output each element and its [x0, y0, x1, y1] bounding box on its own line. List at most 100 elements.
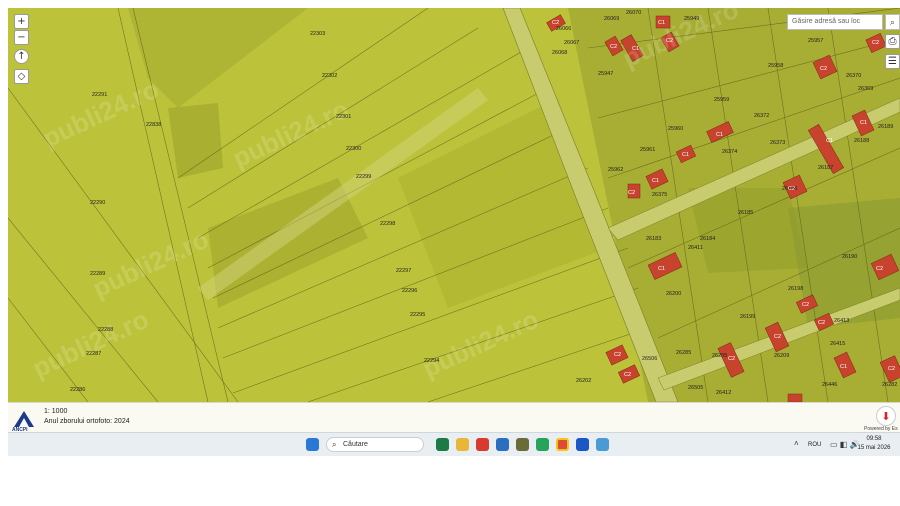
word-icon[interactable]	[576, 438, 589, 451]
parcel-label[interactable]: 26068	[552, 50, 567, 56]
taskbar-search[interactable]: ⌕ Căutare	[326, 437, 424, 452]
parcel-label[interactable]: 26202	[576, 378, 591, 384]
parcel-label[interactable]: 22303	[310, 31, 325, 37]
parcel-label[interactable]: 26200	[666, 291, 681, 297]
parcel-label[interactable]: 22298	[380, 221, 395, 227]
parcel-label[interactable]: 26190	[842, 254, 857, 260]
building-label: C1	[860, 120, 867, 126]
parcel-label[interactable]: 26189	[878, 124, 893, 130]
parcel-label[interactable]: 26506	[642, 356, 657, 362]
zoom-out-button[interactable]: −	[14, 30, 29, 45]
parcel-label[interactable]: 26185	[738, 210, 753, 216]
tools-icon[interactable]	[516, 438, 529, 451]
parcel-label[interactable]: 26188	[854, 138, 869, 144]
windows-start-icon[interactable]	[306, 438, 319, 451]
parcel-label[interactable]: 25961	[640, 147, 655, 153]
parcel-label[interactable]: 26199	[740, 314, 755, 320]
parcel-label[interactable]: 22288	[98, 327, 113, 333]
store-icon[interactable]	[496, 438, 509, 451]
building-label: C2	[820, 66, 827, 72]
building-label: C2	[628, 190, 635, 196]
parcel-label[interactable]: 22289	[90, 271, 105, 277]
parcel-label[interactable]: 22286	[70, 387, 85, 393]
parcel-label[interactable]: 22296	[402, 288, 417, 294]
parcel-label[interactable]: 25949	[684, 16, 699, 22]
parcel-label[interactable]: 22287	[86, 351, 101, 357]
parcel-label[interactable]: 26370	[846, 73, 861, 79]
zoom-in-button[interactable]: +	[14, 14, 29, 29]
parcel-label[interactable]: 26411	[688, 245, 703, 251]
scale-text: 1: 1000	[44, 408, 68, 415]
parcel-label[interactable]: 22295	[410, 312, 425, 318]
parcel-label[interactable]: 26069	[604, 16, 619, 22]
parcel-label[interactable]: 26198	[788, 286, 803, 292]
app-icon[interactable]	[476, 438, 489, 451]
parcel-label[interactable]: 22302	[322, 73, 337, 79]
chevron-up-icon[interactable]: ˄	[794, 439, 799, 448]
parcel-label[interactable]: 25959	[714, 97, 729, 103]
parcel-label[interactable]: 22838	[146, 122, 161, 128]
parcel-label[interactable]: 26374	[722, 149, 737, 155]
file-explorer-icon[interactable]	[456, 438, 469, 451]
search-icon[interactable]: ⌕	[885, 14, 900, 30]
parcel-label[interactable]: 25962	[608, 167, 623, 173]
parcel-label[interactable]: 26209	[774, 353, 789, 359]
building-label: C1	[716, 132, 723, 138]
parcel-label[interactable]: 22294	[424, 358, 439, 364]
pdf-export-icon[interactable]: ⬇	[876, 406, 896, 426]
building-label: C2	[614, 352, 621, 358]
parcel-label[interactable]: 26067	[564, 40, 579, 46]
parcel-label[interactable]: 26373	[770, 140, 785, 146]
parcel-label[interactable]: 26372	[754, 113, 769, 119]
whatsapp-icon[interactable]	[536, 438, 549, 451]
info-bar: ANCPI 1: 1000 Anul zborului ortofoto: 20…	[8, 402, 900, 433]
screen: publi24.ro publi24.ro publi24.ro publi24…	[8, 8, 900, 456]
excel-icon[interactable]	[436, 438, 449, 451]
parcel-label[interactable]: 22299	[356, 174, 371, 180]
building-label: C2	[728, 356, 735, 362]
parcel-label[interactable]: 26369	[858, 86, 873, 92]
parcel-label[interactable]: 22301	[336, 114, 351, 120]
layers-icon[interactable]: ☰	[885, 54, 900, 69]
parcel-label[interactable]: 26187	[818, 165, 833, 171]
building-label: C2	[876, 266, 883, 272]
parcel-label[interactable]: 26446	[822, 382, 837, 388]
locate-icon[interactable]: ◇	[14, 69, 29, 84]
parcel-label[interactable]: 26505	[688, 385, 703, 391]
chrome-icon[interactable]	[556, 438, 569, 451]
parcel-label[interactable]: 22291	[92, 92, 107, 98]
parcel-label[interactable]: 26285	[676, 350, 691, 356]
compass-icon[interactable]: ↑	[14, 49, 29, 64]
parcel-label[interactable]: 26070	[626, 10, 641, 16]
parcel-label[interactable]: 22290	[90, 200, 105, 206]
app-icon[interactable]	[596, 438, 609, 451]
parcel-label[interactable]: 26205	[712, 353, 727, 359]
language-indicator[interactable]: ROU	[808, 442, 821, 448]
clock-date[interactable]: 15 mai 2026	[850, 445, 898, 451]
parcel-label[interactable]: 26415	[830, 341, 845, 347]
parcel-label[interactable]: 26375	[652, 192, 667, 198]
parcel-label[interactable]: 26066	[556, 26, 571, 32]
taskbar-search-label: Căutare	[343, 441, 368, 448]
parcel-label[interactable]: 22297	[396, 268, 411, 274]
parcel-label[interactable]: 26282	[882, 382, 897, 388]
clock-time[interactable]: 09:58	[854, 436, 894, 442]
parcel-label[interactable]: 25957	[808, 38, 823, 44]
parcel-label[interactable]: 25960	[668, 126, 683, 132]
building-label: C1	[826, 138, 833, 144]
parcel-label[interactable]: 25947	[598, 71, 613, 77]
search-input[interactable]: Găsire adresă sau loc	[787, 14, 883, 30]
building-label: C2	[774, 334, 781, 340]
building-label: C2	[802, 302, 809, 308]
orthophoto-year: Anul zborului ortofoto: 2024	[44, 418, 130, 425]
building-label: C2	[788, 186, 795, 192]
print-icon[interactable]: ⎙	[885, 34, 900, 49]
parcel-label[interactable]: 25958	[768, 63, 783, 69]
parcel-label[interactable]: 26184	[700, 236, 715, 242]
map-view[interactable]: publi24.ro publi24.ro publi24.ro publi24…	[8, 8, 900, 402]
parcel-label[interactable]: 26183	[646, 236, 661, 242]
building-label: C2	[666, 38, 673, 44]
parcel-label[interactable]: 26413	[834, 318, 849, 324]
parcel-label[interactable]: 26412	[716, 390, 731, 396]
parcel-label[interactable]: 22300	[346, 146, 361, 152]
